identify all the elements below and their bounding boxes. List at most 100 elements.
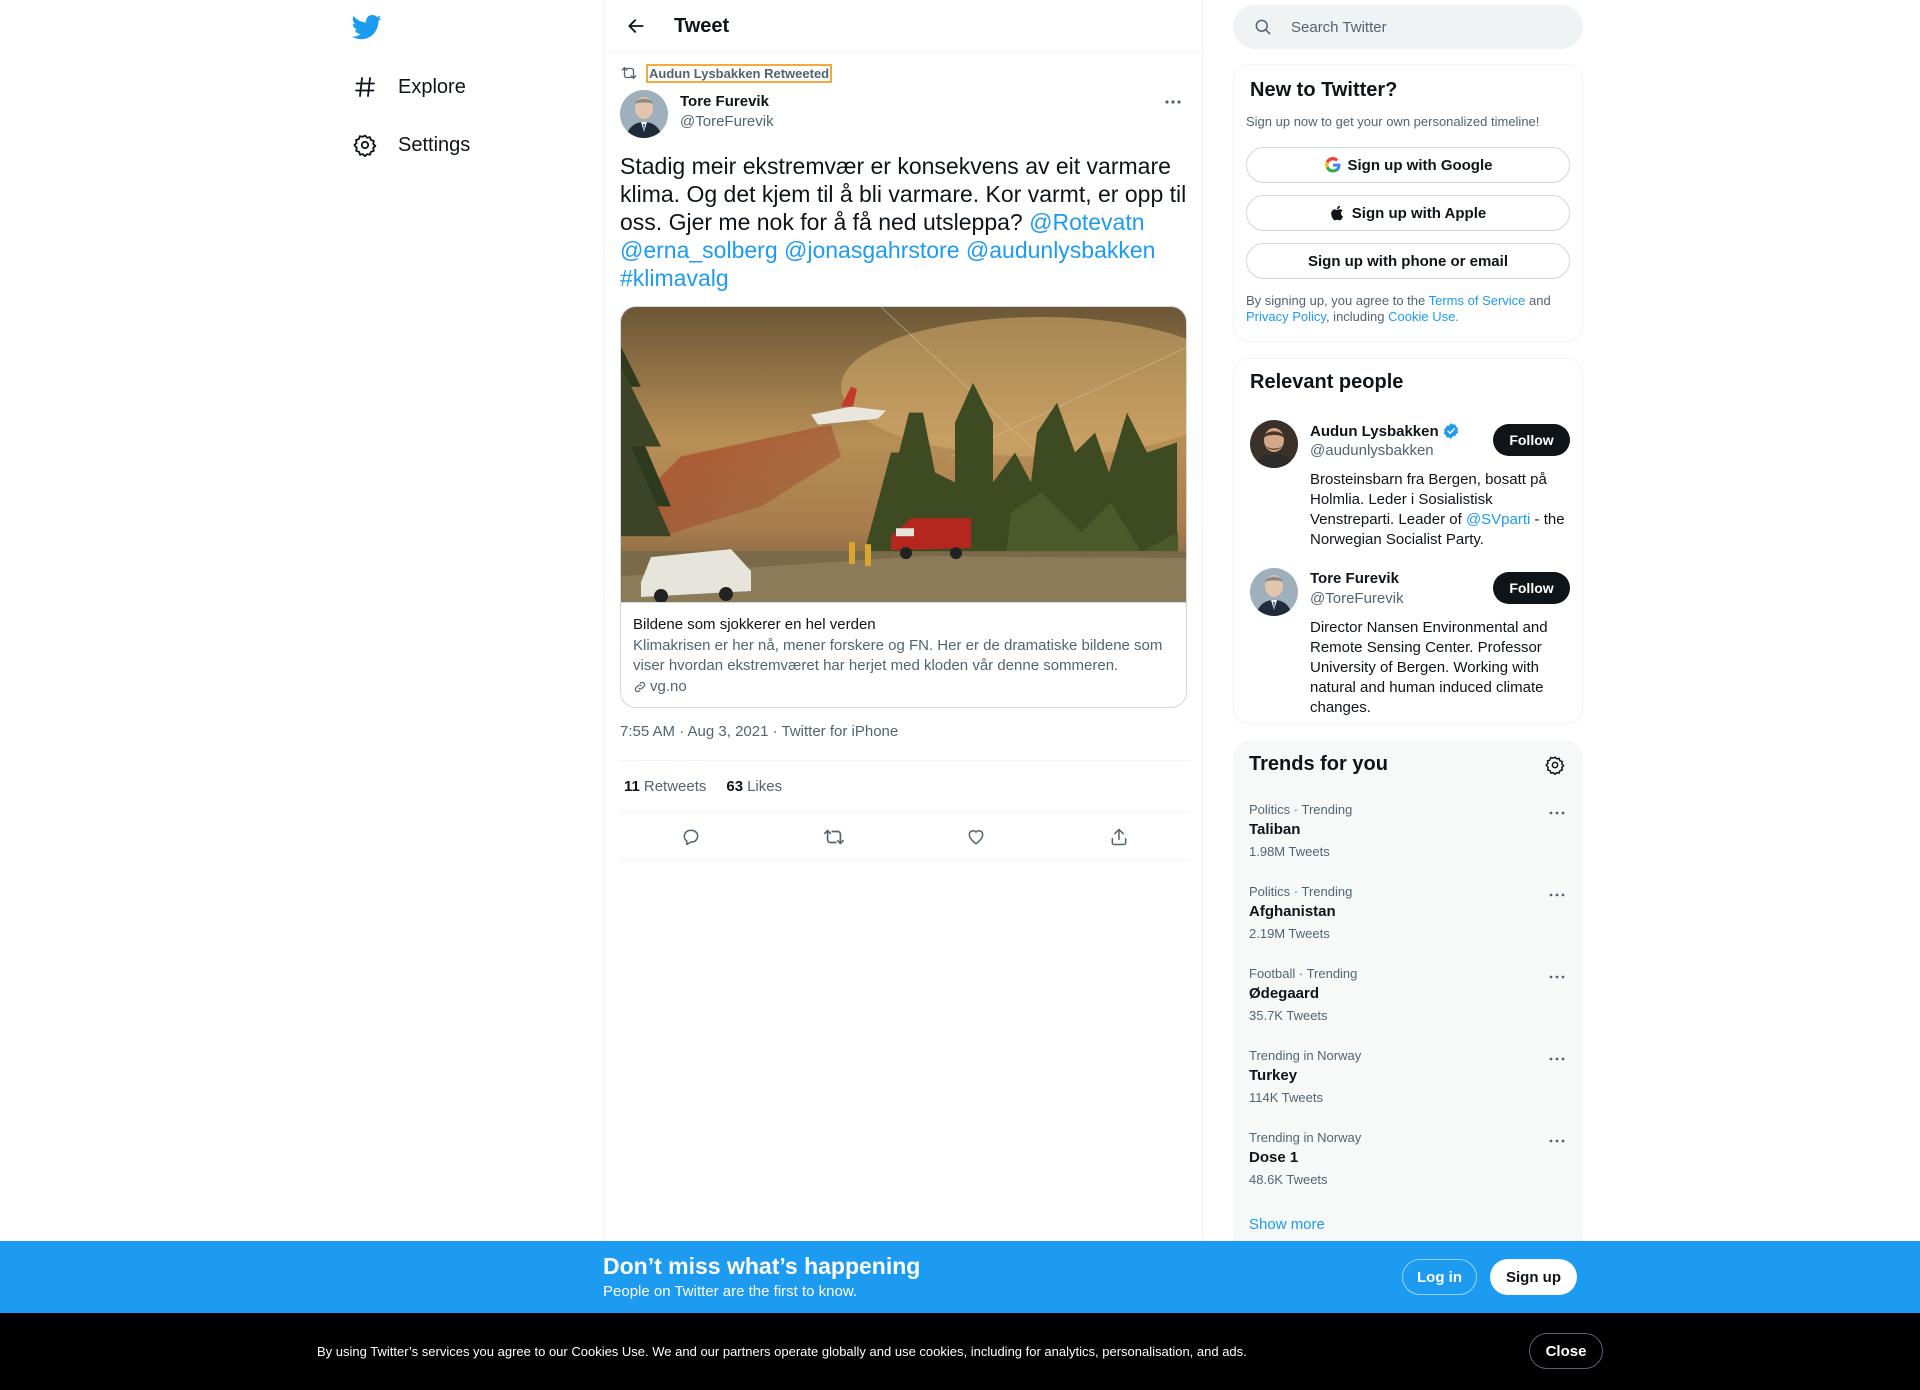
- author-avatar[interactable]: [620, 90, 668, 138]
- person-name-text: Tore Furevik: [1310, 570, 1399, 587]
- gear-icon: [352, 132, 378, 158]
- relevant-people-title: Relevant people: [1250, 371, 1404, 393]
- trend-more-button[interactable]: [1545, 805, 1569, 821]
- signup-apple-button[interactable]: Sign up with Apple: [1246, 195, 1570, 231]
- new-to-twitter-panel: New to Twitter? Sign up now to get your …: [1233, 64, 1583, 342]
- person-handle[interactable]: @ToreFurevik: [1310, 590, 1404, 607]
- more-icon: [1165, 100, 1181, 104]
- new-to-twitter-subtitle: Sign up now to get your own personalized…: [1246, 114, 1540, 129]
- follow-button[interactable]: Follow: [1493, 424, 1570, 456]
- trends-settings-button[interactable]: [1545, 755, 1567, 777]
- mention-link[interactable]: @SVparti: [1466, 511, 1530, 528]
- trend-more-button[interactable]: [1545, 1051, 1569, 1067]
- trend-name: Dose 1: [1249, 1149, 1299, 1166]
- trend-more-button[interactable]: [1545, 969, 1569, 985]
- person-name[interactable]: Audun Lysbakken: [1310, 422, 1460, 440]
- terms-text: , including: [1325, 309, 1389, 324]
- retweeted-by-link[interactable]: Audun Lysbakken Retweeted: [645, 63, 833, 83]
- new-to-twitter-title: New to Twitter?: [1250, 79, 1398, 101]
- retweets-stat[interactable]: 11 Retweets: [624, 778, 706, 795]
- card-domain-text: vg.no: [650, 678, 687, 695]
- mention-link[interactable]: @jonasgahrstore: [784, 237, 960, 263]
- trend-count: 114K Tweets: [1249, 1090, 1323, 1105]
- trend-item[interactable]: Politics · Trending Taliban 1.98M Tweets: [1249, 802, 1569, 872]
- like-button[interactable]: [958, 819, 994, 855]
- search-input[interactable]: [1291, 18, 1551, 36]
- trend-category: Trending in Norway: [1249, 1130, 1362, 1145]
- terms-of-service-link[interactable]: Terms of Service: [1429, 293, 1526, 308]
- retweet-button[interactable]: [816, 819, 852, 855]
- relevant-people-panel: Relevant people Audun Lysbakken @audunly…: [1233, 358, 1583, 724]
- more-icon: [1549, 1057, 1565, 1061]
- trend-count: 2.19M Tweets: [1249, 926, 1330, 941]
- tweet-meta[interactable]: 7:55 AM · Aug 3, 2021 · Twitter for iPho…: [620, 723, 898, 740]
- follow-button[interactable]: Follow: [1493, 572, 1570, 604]
- close-button[interactable]: Close: [1529, 1333, 1603, 1369]
- link-card[interactable]: Bildene som sjokkerer en hel verden Klim…: [620, 306, 1187, 708]
- retweets-count: 11: [624, 778, 640, 795]
- likes-count: 63: [726, 778, 744, 795]
- nav-explore-label: Explore: [398, 75, 466, 98]
- banner-title: Don’t miss what’s happening: [603, 1253, 921, 1279]
- signup-google-button[interactable]: Sign up with Google: [1246, 147, 1570, 183]
- trends-panel: Trends for you Politics · Trending Talib…: [1233, 741, 1583, 1251]
- trend-item[interactable]: Football · Trending Ødegaard 35.7K Tweet…: [1249, 966, 1569, 1036]
- signup-phone-email-button[interactable]: Sign up with phone or email: [1246, 243, 1570, 279]
- trend-name: Taliban: [1249, 821, 1301, 838]
- avatar[interactable]: [1250, 420, 1298, 468]
- cookie-bar: By using Twitter’s services you agree to…: [0, 1313, 1920, 1390]
- person-bio-text: Director Nansen Environmental and Remote…: [1310, 619, 1548, 716]
- page: Explore Settings Tweet Audun Lysbakken R…: [0, 0, 1920, 1390]
- search-icon: [1255, 19, 1271, 35]
- verified-badge-icon: [1443, 423, 1458, 439]
- nav-explore[interactable]: Explore: [352, 67, 466, 107]
- google-icon: [1324, 157, 1340, 173]
- login-button[interactable]: Log in: [1402, 1259, 1477, 1295]
- card-title: Bildene som sjokkerer en hel verden: [633, 616, 876, 633]
- author-name[interactable]: Tore Furevik: [680, 93, 769, 110]
- main-header: Tweet: [604, 0, 1204, 53]
- search-bar[interactable]: [1233, 5, 1583, 49]
- trend-item[interactable]: Politics · Trending Afghanistan 2.19M Tw…: [1249, 884, 1569, 954]
- cookie-use-link[interactable]: Cookie Use.: [1388, 309, 1459, 324]
- mention-link[interactable]: @erna_solberg: [620, 237, 778, 263]
- signup-phone-email-label: Sign up with phone or email: [1307, 252, 1508, 270]
- card-image: [621, 307, 1186, 603]
- nav-settings[interactable]: Settings: [352, 125, 470, 165]
- trend-more-button[interactable]: [1545, 887, 1569, 903]
- signup-terms: By signing up, you agree to the Terms of…: [1246, 293, 1576, 325]
- trend-count: 1.98M Tweets: [1249, 844, 1330, 859]
- author-handle[interactable]: @ToreFurevik: [680, 113, 774, 130]
- twitter-logo-icon[interactable]: [351, 12, 384, 44]
- nav-settings-label: Settings: [398, 133, 471, 156]
- mention-link[interactable]: @Rotevatn: [1029, 209, 1144, 235]
- likes-stat[interactable]: 63 Likes: [726, 778, 782, 795]
- person-name-text: Audun Lysbakken: [1310, 422, 1439, 440]
- tweet-actions: [620, 813, 1190, 861]
- signup-apple-label: Sign up with Apple: [1351, 204, 1487, 222]
- trend-name: Turkey: [1249, 1067, 1298, 1084]
- person-item[interactable]: Tore Furevik @ToreFurevik Follow Directo…: [1250, 568, 1570, 716]
- hashtag-icon: [352, 74, 378, 100]
- reply-button[interactable]: [673, 819, 709, 855]
- terms-text: By signing up, you agree to the: [1246, 293, 1429, 308]
- mention-link[interactable]: @audunlysbakken: [966, 237, 1156, 263]
- show-more-link[interactable]: Show more: [1249, 1216, 1325, 1233]
- hashtag-link[interactable]: #klimavalg: [620, 265, 729, 291]
- trend-category: Trending in Norway: [1249, 1048, 1362, 1063]
- signup-google-label: Sign up with Google: [1347, 156, 1493, 174]
- trend-item[interactable]: Trending in Norway Dose 1 48.6K Tweets: [1249, 1130, 1569, 1200]
- trend-item[interactable]: Trending in Norway Turkey 114K Tweets: [1249, 1048, 1569, 1118]
- privacy-policy-link[interactable]: Privacy Policy: [1246, 309, 1326, 324]
- person-name[interactable]: Tore Furevik: [1310, 570, 1399, 587]
- more-options-button[interactable]: [1158, 92, 1188, 112]
- back-button[interactable]: [618, 8, 654, 44]
- person-item[interactable]: Audun Lysbakken @audunlysbakken Follow B…: [1250, 420, 1570, 548]
- trend-more-button[interactable]: [1545, 1133, 1569, 1149]
- trend-name: Afghanistan: [1249, 903, 1336, 920]
- person-handle[interactable]: @audunlysbakken: [1310, 442, 1434, 459]
- share-button[interactable]: [1101, 819, 1137, 855]
- signup-button[interactable]: Sign up: [1490, 1259, 1577, 1295]
- avatar[interactable]: [1250, 568, 1298, 616]
- arrow-left-icon: [628, 19, 644, 33]
